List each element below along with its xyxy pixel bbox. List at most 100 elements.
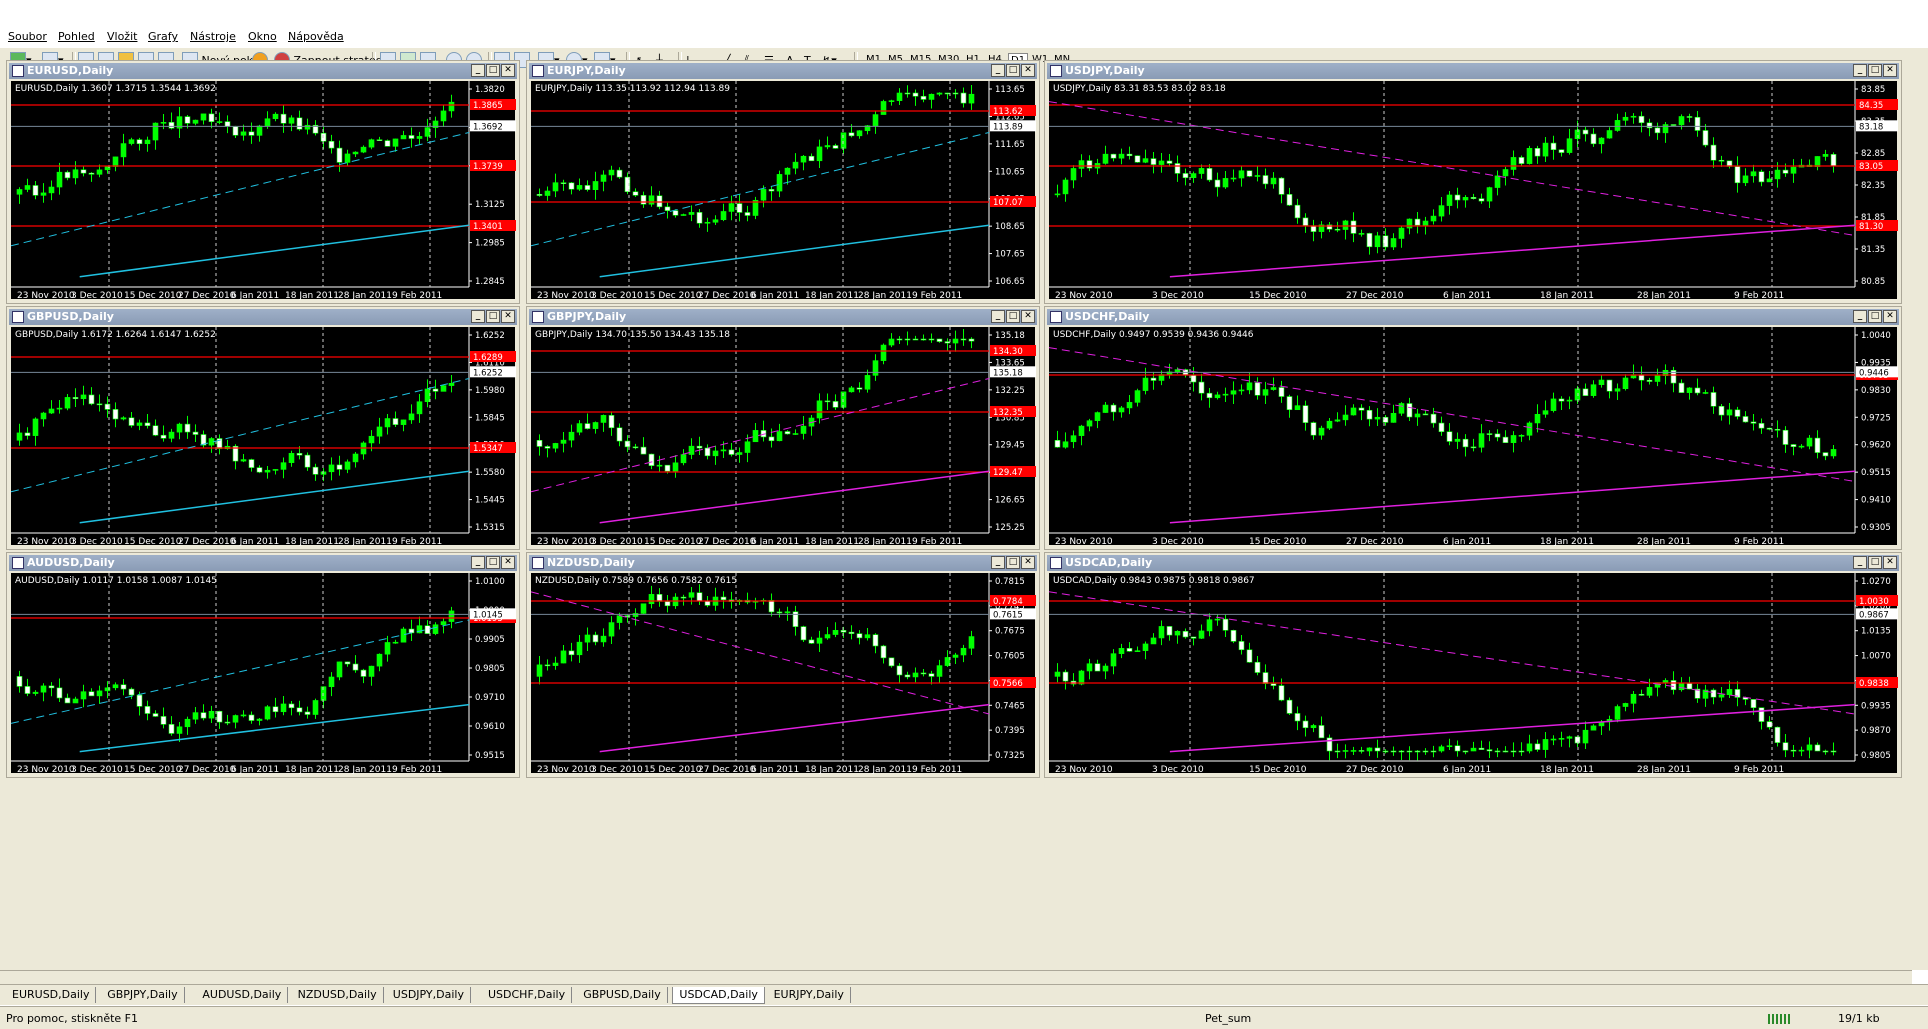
maximize-icon[interactable]: □ (1006, 64, 1020, 77)
candle (744, 212, 751, 216)
minimize-icon[interactable]: _ (471, 310, 485, 323)
date-label: 15 Dec 2010 (1249, 765, 1307, 775)
candle (656, 464, 663, 467)
close-icon[interactable]: ✕ (1021, 64, 1035, 77)
close-icon[interactable]: ✕ (1021, 556, 1035, 569)
chart-tab[interactable]: EURJPY,Daily (768, 987, 851, 1003)
chart-tab[interactable]: USDJPY,Daily (387, 987, 471, 1003)
chart-tab[interactable]: AUDUSD,Daily (196, 987, 289, 1003)
mt4-terminal: Soubor Pohled Vložit Grafy Nástroje Okno Nápov… (0, 0, 1928, 1029)
candle (1342, 220, 1349, 230)
candle (304, 454, 311, 468)
menu-3[interactable]: Grafy (148, 30, 178, 43)
menu-2[interactable]: Vložit (107, 30, 137, 43)
chart-window-title[interactable]: EURJPY,Daily _ □ ✕ (529, 63, 1037, 79)
chart-window[interactable]: EURUSD,Daily _ □ ✕ 23 Nov 2010 3 Dec 2010 15 D… (6, 60, 520, 304)
chart-tab[interactable]: NZDUSD,Daily (292, 987, 384, 1003)
candle (832, 145, 839, 149)
tick-label: 1.0270 (1861, 577, 1891, 587)
chart-window-title[interactable]: USDJPY,Daily _ □ ✕ (1047, 63, 1899, 79)
candle (1246, 649, 1253, 663)
chart-window-title[interactable]: GBPUSD,Daily _ □ ✕ (9, 309, 517, 325)
price-chart[interactable]: 23 Nov 2010 3 Dec 2010 15 Dec 2010 27 Dec 2… (11, 81, 516, 301)
minimize-icon[interactable]: _ (991, 556, 1005, 569)
chart-window-title[interactable]: USDCAD,Daily _ □ ✕ (1047, 555, 1899, 571)
maximize-icon[interactable]: □ (486, 64, 500, 77)
menu-0[interactable]: Soubor (8, 30, 47, 43)
close-icon[interactable]: ✕ (501, 556, 515, 569)
tick-label: 0.9935 (1861, 701, 1891, 711)
chart-window-title[interactable]: GBPJPY,Daily _ □ ✕ (529, 309, 1037, 325)
chart-window-title[interactable]: EURUSD,Daily _ □ ✕ (9, 63, 517, 79)
chart-tab[interactable]: USDCAD,Daily (672, 987, 765, 1004)
close-icon[interactable]: ✕ (1021, 310, 1035, 323)
close-icon[interactable]: ✕ (501, 310, 515, 323)
candle (24, 686, 31, 694)
chart-tab[interactable]: USDCHF,Daily (482, 987, 573, 1003)
candle (48, 408, 55, 414)
candle (1614, 120, 1621, 131)
price-chart[interactable]: 23 Nov 2010 3 Dec 2010 15 Dec 2010 27 Dec 2… (531, 573, 1036, 775)
chart-tab[interactable]: GBPUSD,Daily (577, 987, 668, 1003)
minimize-icon[interactable]: _ (1853, 64, 1867, 77)
minimize-icon[interactable]: _ (1853, 556, 1867, 569)
price-chart[interactable]: 23 Nov 2010 3 Dec 2010 15 Dec 2010 27 Dec 2… (1049, 81, 1898, 301)
maximize-icon[interactable]: □ (1006, 556, 1020, 569)
candle (904, 338, 911, 341)
maximize-icon[interactable]: □ (1868, 64, 1882, 77)
chart-window[interactable]: AUDUSD,Daily _ □ ✕ 23 Nov 2010 3 Dec 2010 15 D… (6, 552, 520, 778)
chart-window[interactable]: USDCAD,Daily _ □ ✕ 23 Nov 2010 3 Dec 2010 15 D… (1044, 552, 1902, 778)
menu-1[interactable]: Pohled (58, 30, 95, 43)
candle (1534, 148, 1541, 157)
chart-tab[interactable]: EURUSD,Daily (6, 987, 97, 1003)
candle (416, 401, 423, 415)
price-chart[interactable]: 23 Nov 2010 3 Dec 2010 15 Dec 2010 27 Dec 2… (1049, 573, 1898, 775)
close-icon[interactable]: ✕ (1883, 310, 1897, 323)
price-chart[interactable]: 23 Nov 2010 3 Dec 2010 15 Dec 2010 27 Dec 2… (11, 327, 516, 547)
price-chart[interactable]: 23 Nov 2010 3 Dec 2010 15 Dec 2010 27 Dec 2… (531, 327, 1036, 547)
close-icon[interactable]: ✕ (1883, 556, 1897, 569)
candle (552, 662, 559, 666)
chart-window[interactable]: NZDUSD,Daily _ □ ✕ 23 Nov 2010 3 Dec 2010 15 D… (526, 552, 1040, 778)
chart-window-title[interactable]: NZDUSD,Daily _ □ ✕ (529, 555, 1037, 571)
vertical-scrollbar[interactable] (1912, 73, 1928, 970)
candle (1070, 168, 1077, 181)
price-chart[interactable]: 23 Nov 2010 3 Dec 2010 15 Dec 2010 27 Dec 2… (1049, 327, 1898, 547)
trend-line (79, 224, 470, 278)
menu-5[interactable]: Okno (248, 30, 277, 43)
minimize-icon[interactable]: _ (991, 64, 1005, 77)
candle (752, 430, 759, 443)
maximize-icon[interactable]: □ (1006, 310, 1020, 323)
chart-window[interactable]: GBPUSD,Daily _ □ ✕ 23 Nov 2010 3 Dec 2010 15 D… (6, 306, 520, 550)
close-icon[interactable]: ✕ (501, 64, 515, 77)
price-chart[interactable]: 23 Nov 2010 3 Dec 2010 15 Dec 2010 27 Dec 2… (531, 81, 1036, 301)
maximize-icon[interactable]: □ (1868, 556, 1882, 569)
minimize-icon[interactable]: _ (991, 310, 1005, 323)
close-icon[interactable]: ✕ (1883, 64, 1897, 77)
chart-window[interactable]: GBPJPY,Daily _ □ ✕ 23 Nov 2010 3 Dec 2010 15 D… (526, 306, 1040, 550)
chart-window-title[interactable]: AUDUSD,Daily _ □ ✕ (9, 555, 517, 571)
horizontal-scrollbar[interactable] (0, 970, 1912, 985)
chart-window-title[interactable]: USDCHF,Daily _ □ ✕ (1047, 309, 1899, 325)
chart-window[interactable]: USDJPY,Daily _ □ ✕ 23 Nov 2010 3 Dec 2010 15 D… (1044, 60, 1902, 304)
maximize-icon[interactable]: □ (486, 310, 500, 323)
maximize-icon[interactable]: □ (486, 556, 500, 569)
maximize-icon[interactable]: □ (1868, 310, 1882, 323)
candle (704, 221, 711, 224)
candle (1814, 744, 1821, 752)
candle (576, 423, 583, 433)
chart-window[interactable]: USDCHF,Daily _ □ ✕ 23 Nov 2010 3 Dec 2010 15 D… (1044, 306, 1902, 550)
candle (1430, 413, 1437, 424)
menu-4[interactable]: Nástroje (190, 30, 236, 43)
minimize-icon[interactable]: _ (471, 556, 485, 569)
menu-6[interactable]: Nápověda (288, 30, 344, 43)
chart-tab[interactable]: GBPJPY,Daily (101, 987, 185, 1003)
minimize-icon[interactable]: _ (471, 64, 485, 77)
tick-label: 0.9305 (1861, 523, 1891, 533)
candle (536, 440, 543, 447)
candle (1494, 175, 1501, 188)
minimize-icon[interactable]: _ (1853, 310, 1867, 323)
chart-window[interactable]: EURJPY,Daily _ □ ✕ 23 Nov 2010 3 Dec 2010 15 D… (526, 60, 1040, 304)
price-chart[interactable]: 23 Nov 2010 3 Dec 2010 15 Dec 2010 27 Dec 2… (11, 573, 516, 775)
candle (48, 685, 55, 689)
